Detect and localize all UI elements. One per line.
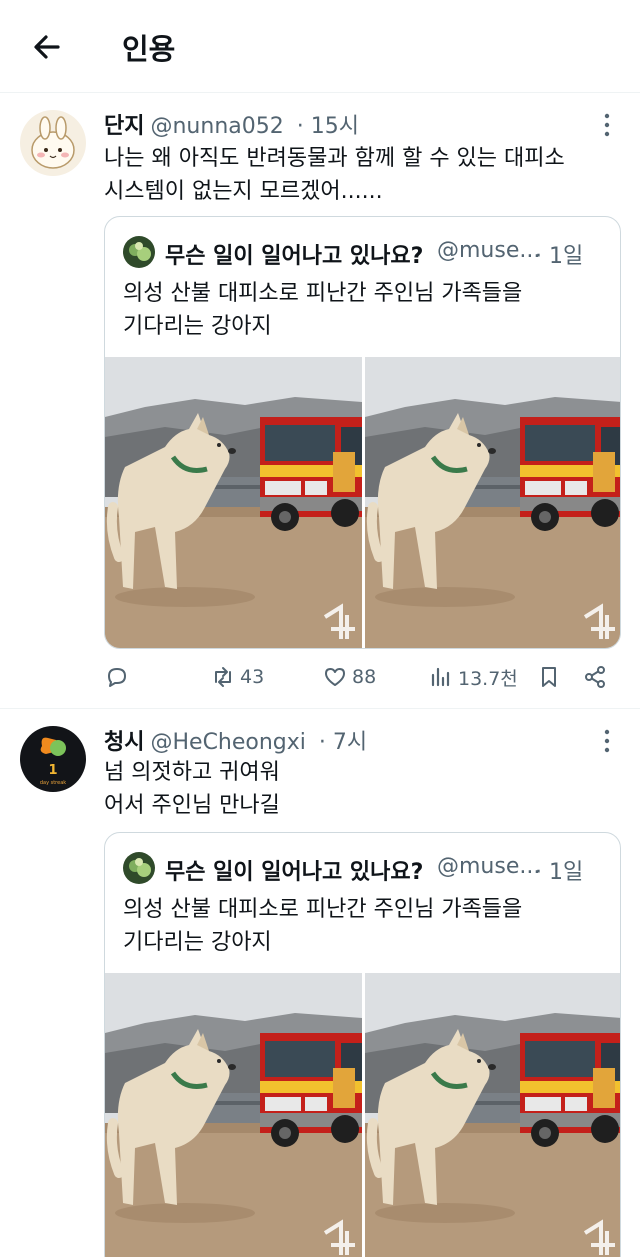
quoted-avatar: [123, 236, 155, 268]
more-options-icon[interactable]: [596, 110, 618, 140]
tweet[interactable]: 단지 @nunna052 · 15시 나는 왜 아직도 반려동물과 함께 할 수 …: [0, 94, 640, 706]
quoted-text-line: 기다리는 강아지: [123, 930, 272, 955]
page-title: 인용: [122, 32, 176, 66]
like-count: 88: [352, 666, 377, 688]
dog-photo[interactable]: [105, 357, 362, 649]
tweet-text: 나는 왜 아직도 반려동물과 함께 할 수 있는 대피소 시스템이 없는지 모르…: [104, 142, 614, 208]
heart-icon: [325, 668, 345, 686]
arrow-left-icon[interactable]: [30, 30, 64, 64]
quoted-tweet-header: 무슨 일이 일어나고 있나요? @muse... · 1일: [123, 235, 603, 269]
tweet[interactable]: 1 day streak 청시 @HeCheongxi · 7시 넘 의젓하고 귀…: [0, 710, 640, 1257]
bookmark-icon: [542, 667, 556, 687]
quoted-display-name: 무슨 일이 일어나고 있나요?: [165, 860, 424, 885]
media-grid: [105, 973, 621, 1257]
media-grid: [105, 357, 621, 649]
quoted-tweet[interactable]: 무슨 일이 일어나고 있나요? @muse... · 1일 의성 산불 대피소로…: [104, 832, 621, 1257]
timestamp[interactable]: · 7시: [319, 730, 367, 755]
tweet-text-line: 나는 왜 아직도 반려동물과 함께 할 수 있는 대피소: [104, 146, 565, 171]
display-name[interactable]: 청시: [104, 730, 144, 755]
display-name[interactable]: 단지: [104, 114, 144, 139]
reply-icon: [108, 668, 126, 687]
tweet-text-line: 어서 주인님 만나길: [104, 793, 280, 818]
quoted-text-line: 기다리는 강아지: [123, 314, 272, 339]
tweet-meta: 청시 @HeCheongxi · 7시: [104, 724, 367, 756]
dog-photo[interactable]: [105, 973, 362, 1257]
bookmark-button[interactable]: [536, 662, 562, 692]
quoted-user-handle: @muse...: [437, 238, 541, 263]
reply-button[interactable]: [104, 662, 130, 692]
tweet-meta: 단지 @nunna052 · 15시: [104, 108, 359, 140]
dog-photo[interactable]: [365, 357, 621, 649]
quoted-timestamp: · 1일: [535, 860, 584, 885]
retweet-count: 43: [240, 666, 265, 688]
retweet-icon: [215, 667, 231, 687]
dog-photo[interactable]: [365, 973, 621, 1257]
quoted-display-name: 무슨 일이 일어나고 있나요?: [165, 244, 424, 269]
tweet-text-line: 넘 의젓하고 귀여워: [104, 760, 280, 785]
view-count: 13.7천: [458, 667, 518, 690]
quoted-text-line: 의성 산불 대피소로 피난간 주인님 가족들을: [123, 897, 523, 922]
quoted-tweet-header: 무슨 일이 일어나고 있나요? @muse... · 1일: [123, 851, 603, 885]
quoted-tweet-text: 의성 산불 대피소로 피난간 주인님 가족들을 기다리는 강아지: [123, 277, 603, 343]
quoted-avatar: [123, 852, 155, 884]
share-icon: [585, 666, 605, 688]
avatar[interactable]: 1 day streak: [20, 726, 86, 792]
streak-label: day streak: [40, 780, 66, 786]
bar-chart-icon: [431, 667, 450, 687]
like-button[interactable]: 88: [322, 662, 376, 692]
more-options-icon[interactable]: [596, 726, 618, 756]
quoted-tweet[interactable]: 무슨 일이 일어나고 있나요? @muse... · 1일 의성 산불 대피소로…: [104, 216, 621, 649]
avatar[interactable]: [20, 110, 86, 176]
quoted-user-handle: @muse...: [437, 854, 541, 879]
top-app-bar: 인용: [0, 0, 640, 93]
user-handle[interactable]: @nunna052: [150, 114, 283, 139]
quoted-timestamp: · 1일: [535, 244, 584, 269]
quoted-text-line: 의성 산불 대피소로 피난간 주인님 가족들을: [123, 281, 523, 306]
share-button[interactable]: [582, 662, 608, 692]
tweet-text-line: 시스템이 없는지 모르겠어......: [104, 179, 383, 204]
user-handle[interactable]: @HeCheongxi: [150, 730, 305, 755]
tweet-divider: [0, 708, 640, 709]
timestamp[interactable]: · 15시: [297, 114, 359, 139]
quoted-tweet-text: 의성 산불 대피소로 피난간 주인님 가족들을 기다리는 강아지: [123, 893, 603, 959]
retweet-button[interactable]: 43: [210, 662, 264, 692]
tweet-text: 넘 의젓하고 귀여워 어서 주인님 만나길: [104, 756, 614, 822]
tweet-actions: 43 88 13.7천: [104, 660, 624, 696]
views-button[interactable]: 13.7천: [428, 662, 518, 692]
streak-number: 1: [48, 763, 57, 778]
